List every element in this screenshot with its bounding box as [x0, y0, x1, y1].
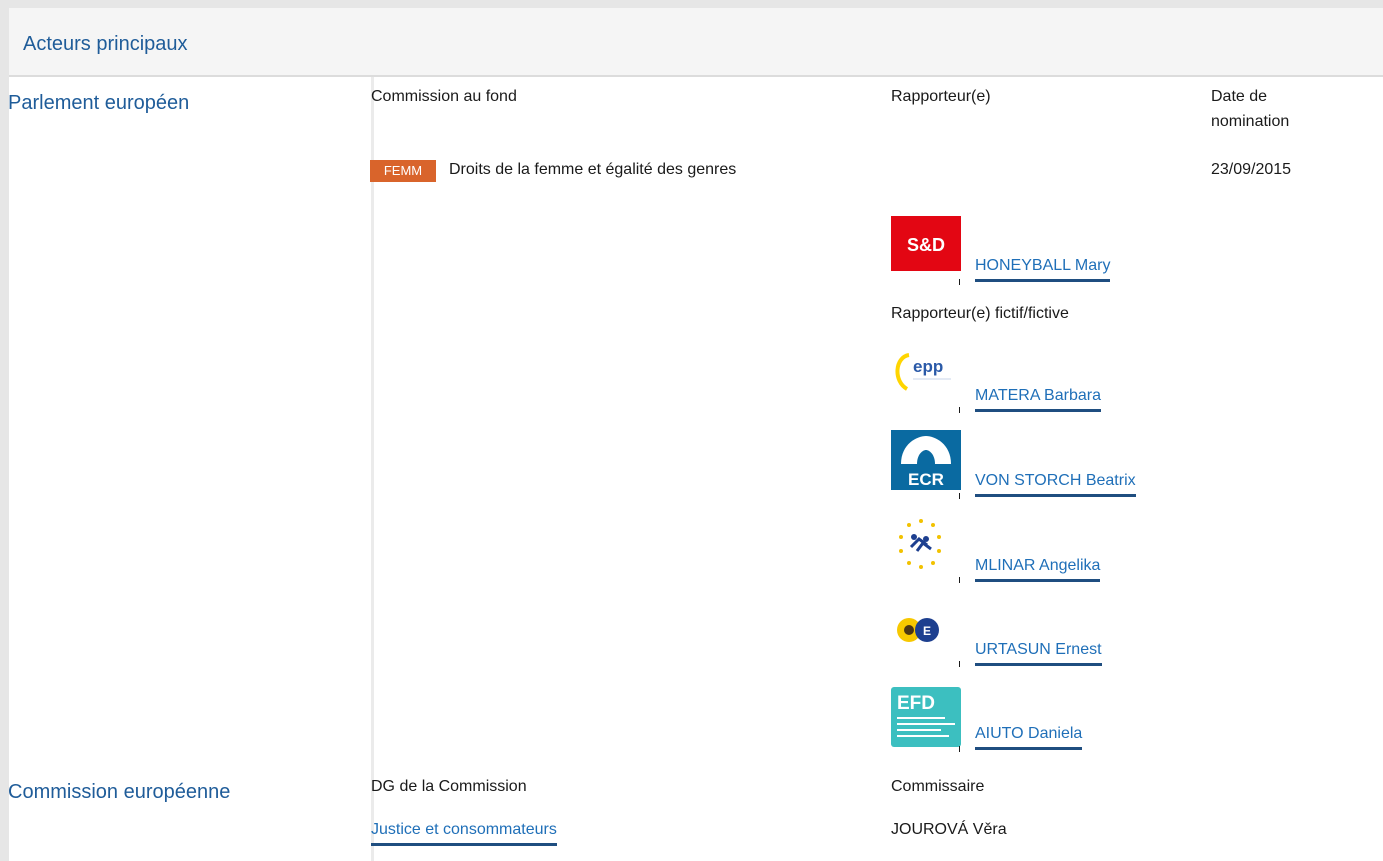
shadow-link-matera[interactable]: MATERA Barbara: [975, 387, 1101, 412]
col-header-date-line1: Date de: [1211, 88, 1268, 105]
rapporteur-link-honeyball[interactable]: HONEYBALL Mary: [975, 257, 1111, 282]
svg-text:ECR: ECR: [908, 470, 944, 489]
commission-title: Commission européenne: [8, 781, 231, 803]
section-header: Acteurs principaux: [9, 8, 1383, 77]
col-header-rapporteur: Rapporteur(e): [891, 88, 991, 105]
epp-group-logo: epp: [891, 345, 961, 400]
col-header-date-line2: nomination: [1211, 113, 1290, 130]
link-tick: [959, 279, 960, 285]
shadow-link-aiuto[interactable]: AIUTO Daniela: [975, 725, 1083, 750]
shadow-link-von-storch[interactable]: VON STORCH Beatrix: [975, 472, 1136, 497]
ecr-group-logo: ECR: [891, 430, 961, 490]
column-divider: [371, 77, 374, 861]
page-frame-left: [0, 0, 9, 861]
committee-name: Droits de la femme et égalité des genres: [449, 161, 737, 178]
commissioner-name: JOUROVÁ Věra: [891, 821, 1007, 838]
side-column: [9, 77, 371, 861]
alde-group-logo: [891, 515, 961, 575]
svg-text:epp: epp: [913, 357, 943, 376]
col-header-dg: DG de la Commission: [371, 778, 527, 795]
dg-link-justice[interactable]: Justice et consommateurs: [371, 821, 557, 846]
parliament-title: Parlement européen: [8, 92, 190, 114]
shadow-link-mlinar[interactable]: MLINAR Angelika: [975, 557, 1101, 582]
section-header-title: Acteurs principaux: [23, 33, 188, 55]
page-frame-top: [0, 0, 1383, 8]
sd-group-logo: S&D: [891, 216, 961, 271]
link-tick: [959, 407, 960, 413]
col-header-commissioner: Commissaire: [891, 778, 985, 795]
shadow-rapporteur-label: Rapporteur(e) fictif/fictive: [891, 305, 1069, 322]
svg-text:EFD: EFD: [897, 693, 935, 714]
svg-text:S&D: S&D: [907, 235, 945, 255]
committee-badge: FEMM: [370, 160, 436, 182]
col-header-committee: Commission au fond: [371, 88, 517, 105]
nomination-date: 23/09/2015: [1211, 161, 1292, 178]
efd-group-logo: EFD: [891, 687, 961, 747]
shadow-link-urtasun[interactable]: URTASUN Ernest: [975, 641, 1102, 666]
link-tick: [959, 577, 960, 583]
link-tick: [959, 746, 960, 752]
greens-group-logo: E: [891, 612, 961, 660]
link-tick: [959, 493, 960, 499]
link-tick: [959, 661, 960, 667]
svg-text:E: E: [923, 624, 931, 638]
